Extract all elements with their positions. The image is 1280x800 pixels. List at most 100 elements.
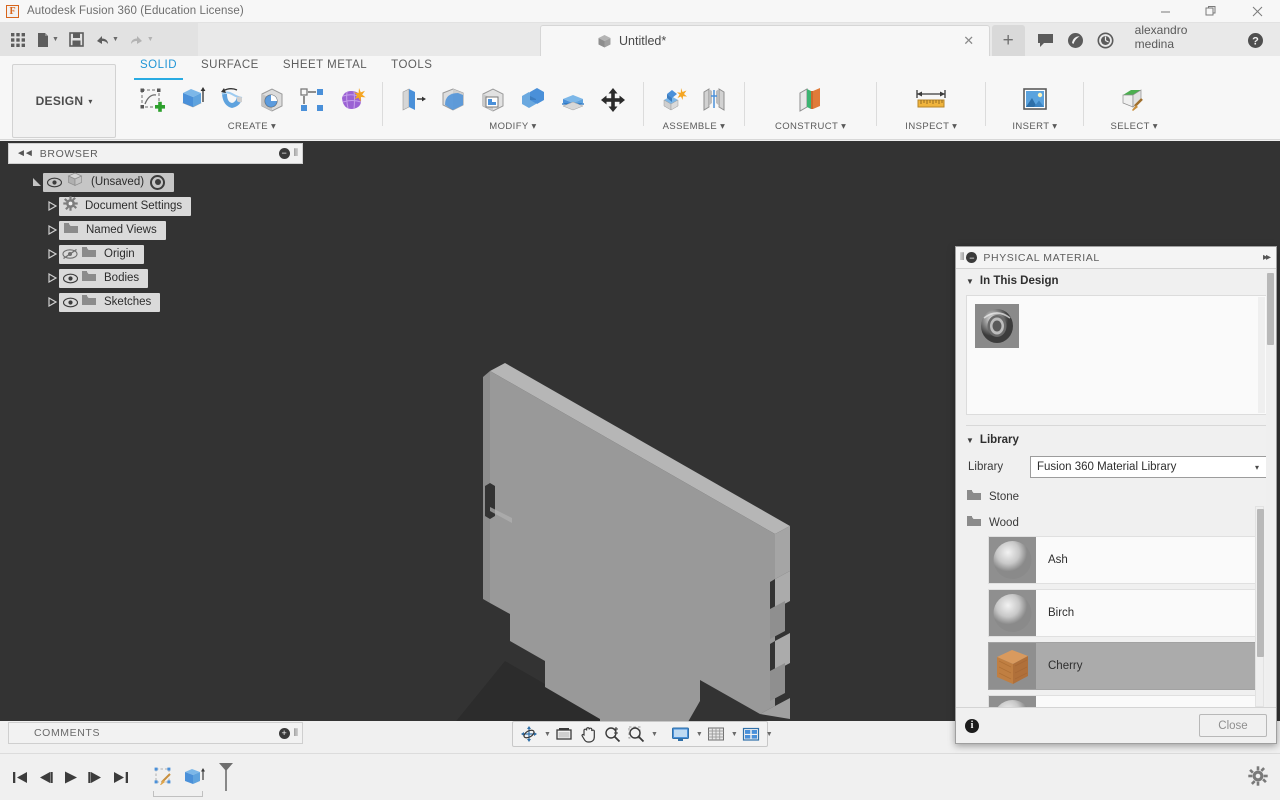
chevron-down-icon[interactable]: ▾: [271, 121, 276, 132]
chevron-down-icon[interactable]: ▾: [1052, 121, 1057, 132]
create-sketch-icon[interactable]: [133, 81, 171, 119]
ribbon-group-label-insert[interactable]: INSERT ▾: [1012, 121, 1057, 132]
help-icon[interactable]: ?: [1240, 25, 1270, 56]
ribbon-group-label-select[interactable]: SELECT ▾: [1110, 121, 1157, 132]
new-document-tab-button[interactable]: +: [991, 25, 1025, 56]
collapse-triangle-icon[interactable]: ▼: [966, 436, 974, 445]
comments-resize-grip[interactable]: ⦀: [294, 728, 298, 739]
library-folder-wood[interactable]: Wood: [966, 510, 1274, 536]
visibility-eye-icon[interactable]: [59, 297, 81, 308]
material-swatch-steel[interactable]: [975, 304, 1019, 348]
tree-chip[interactable]: Sketches: [59, 292, 161, 312]
job-status-icon[interactable]: [1061, 25, 1091, 56]
library-folder-stone[interactable]: Stone: [966, 484, 1274, 510]
ribbon-group-label-construct[interactable]: CONSTRUCT ▾: [775, 121, 846, 132]
tree-node-origin[interactable]: Origin: [8, 242, 303, 266]
go-to-end-icon[interactable]: [108, 763, 133, 791]
material-item-partial[interactable]: [988, 695, 1264, 707]
split-face-icon[interactable]: [554, 81, 592, 119]
chevron-down-icon[interactable]: ▼: [651, 731, 658, 738]
collapse-dialog-icon[interactable]: −: [966, 252, 978, 263]
go-to-beginning-icon[interactable]: [8, 763, 33, 791]
fillet-icon[interactable]: [434, 81, 472, 119]
redo-icon[interactable]: ▼: [125, 27, 158, 53]
new-component-icon[interactable]: [655, 81, 693, 119]
tree-chip[interactable]: Named Views: [59, 220, 166, 240]
expand-panel-icon[interactable]: ▸▸: [1263, 252, 1271, 263]
display-settings-icon[interactable]: [668, 723, 693, 745]
viewport-layout-icon[interactable]: [739, 723, 763, 745]
material-item-birch[interactable]: Birch: [988, 589, 1264, 637]
select-brush-icon[interactable]: [1115, 81, 1153, 119]
in-this-design-swatch-pane[interactable]: [966, 295, 1267, 415]
chevron-down-icon[interactable]: ▾: [88, 97, 92, 106]
chevron-down-icon[interactable]: ▼: [52, 36, 59, 43]
minimize-button[interactable]: [1142, 0, 1188, 23]
chevron-down-icon[interactable]: ▾: [1255, 463, 1259, 472]
browser-resize-grip[interactable]: ⦀: [294, 148, 298, 159]
chevron-down-icon[interactable]: ▼: [147, 36, 154, 43]
joint-icon[interactable]: [695, 81, 733, 119]
tree-node-document-settings[interactable]: Document Settings: [8, 194, 303, 218]
end-of-timeline-marker[interactable]: [211, 762, 241, 792]
orbit-icon[interactable]: [517, 723, 541, 745]
collapse-browser-icon[interactable]: ◄◄: [16, 148, 34, 159]
activate-component-radio[interactable]: [150, 174, 166, 190]
workspace-switcher[interactable]: DESIGN ▾: [12, 64, 116, 138]
document-tab[interactable]: Untitled* ✕: [540, 25, 990, 56]
grid-snaps-icon[interactable]: [704, 723, 728, 745]
add-comment-icon[interactable]: +: [278, 727, 290, 739]
play-icon[interactable]: [58, 763, 83, 791]
visibility-eye-off-icon[interactable]: [59, 248, 81, 260]
tree-chip[interactable]: Origin: [59, 244, 144, 264]
tree-chip[interactable]: Bodies: [59, 268, 149, 288]
chevron-down-icon[interactable]: ▼: [544, 731, 551, 738]
shell-icon[interactable]: [474, 81, 512, 119]
grid-apps-icon[interactable]: [6, 27, 30, 53]
expand-triangle-icon[interactable]: [30, 176, 43, 189]
chevron-down-icon[interactable]: ▾: [952, 121, 957, 132]
combine-icon[interactable]: [514, 81, 552, 119]
dialog-drag-grip[interactable]: ⦀: [960, 252, 964, 263]
material-list-scrollbar[interactable]: [1255, 506, 1264, 707]
form-icon[interactable]: [333, 81, 371, 119]
chevron-down-icon[interactable]: ▼: [731, 731, 738, 738]
material-item-cherry[interactable]: Cherry: [988, 642, 1264, 690]
extrude-icon[interactable]: [173, 81, 211, 119]
tree-node-bodies[interactable]: Bodies: [8, 266, 303, 290]
look-at-icon[interactable]: [552, 723, 576, 745]
pattern-icon[interactable]: [293, 81, 331, 119]
chevron-down-icon[interactable]: ▾: [1153, 121, 1158, 132]
tree-chip[interactable]: Document Settings: [59, 196, 192, 216]
measure-icon[interactable]: [912, 81, 950, 119]
press-pull-icon[interactable]: [394, 81, 432, 119]
tab-solid[interactable]: SOLID: [128, 56, 189, 80]
visibility-eye-icon[interactable]: [43, 177, 65, 188]
visibility-eye-icon[interactable]: [59, 273, 81, 284]
move-copy-icon[interactable]: [594, 81, 632, 119]
chevron-down-icon[interactable]: ▼: [696, 731, 703, 738]
comment-icon[interactable]: [1031, 25, 1061, 56]
chevron-down-icon[interactable]: ▼: [766, 731, 773, 738]
ribbon-group-label-create[interactable]: CREATE ▾: [228, 121, 276, 132]
tree-node-named-views[interactable]: Named Views: [8, 218, 303, 242]
fit-icon[interactable]: [625, 723, 648, 745]
ribbon-group-label-assemble[interactable]: ASSEMBLE ▾: [663, 121, 726, 132]
section-library-header[interactable]: ▼ Library: [956, 428, 1276, 452]
library-dropdown[interactable]: Fusion 360 Material Library ▾: [1030, 456, 1267, 478]
expand-triangle-icon[interactable]: [46, 200, 59, 213]
user-name[interactable]: alexandro medina: [1135, 23, 1230, 57]
tab-tools[interactable]: TOOLS: [379, 56, 444, 78]
expand-triangle-icon[interactable]: [46, 248, 59, 261]
expand-triangle-icon[interactable]: [46, 296, 59, 309]
pan-icon[interactable]: [577, 723, 600, 745]
scrollbar-thumb[interactable]: [1267, 273, 1274, 345]
sketch-feature-icon[interactable]: [149, 762, 179, 792]
offset-plane-icon[interactable]: [792, 81, 830, 119]
expand-triangle-icon[interactable]: [46, 224, 59, 237]
tab-sheet-metal[interactable]: SHEET METAL: [271, 56, 379, 78]
chevron-down-icon[interactable]: ▾: [720, 121, 725, 132]
design-pane-scrollbar[interactable]: [1258, 297, 1265, 413]
section-in-this-design-header[interactable]: ▼ In This Design: [956, 269, 1276, 293]
info-icon[interactable]: i: [965, 718, 979, 733]
